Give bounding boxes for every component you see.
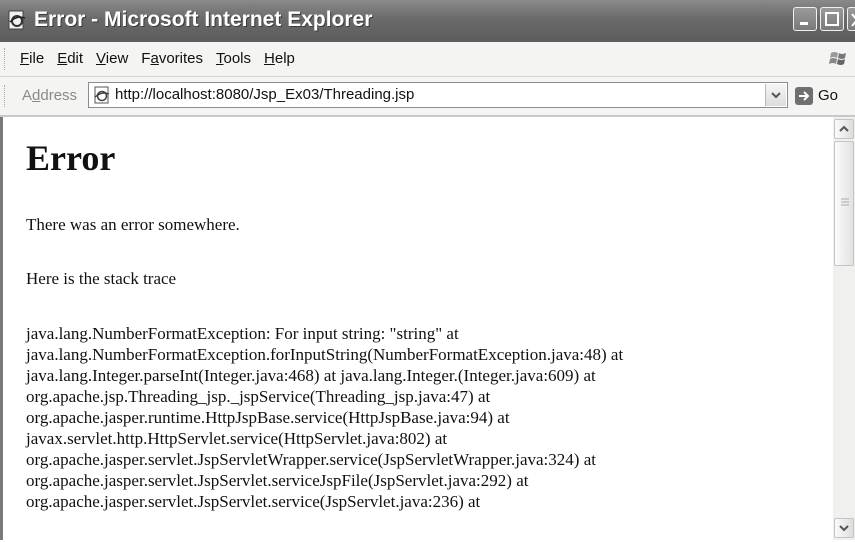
maximize-button[interactable] (820, 7, 844, 31)
scrollbar-thumb[interactable] (834, 141, 854, 266)
stack-trace-line: javax.servlet.http.HttpServlet.service(H… (26, 429, 448, 448)
menu-item[interactable]: Tools (216, 50, 262, 67)
menu-item[interactable]: View (96, 50, 139, 67)
ie-page-icon (6, 9, 28, 31)
stack-trace-line: org.apache.jasper.servlet.JspServletWrap… (26, 450, 596, 469)
minimize-button[interactable] (793, 7, 817, 31)
stack-trace-line: org.apache.jasper.servlet.JspServlet.ser… (26, 492, 481, 511)
stack-trace-line: org.apache.jasper.runtime.HttpJspBase.se… (26, 408, 510, 427)
menu-item[interactable]: File (20, 50, 55, 67)
maximize-icon (825, 12, 839, 26)
scroll-down-icon (839, 525, 849, 532)
address-bar: Address http://localhost:8080/Jsp_Ex03/T… (0, 77, 855, 117)
go-arrow-icon[interactable] (794, 86, 814, 106)
toolbar-grip[interactable] (4, 85, 7, 107)
stack-trace-line: org.apache.jsp.Threading_jsp._jspService… (26, 387, 491, 406)
scroll-up-button[interactable] (834, 119, 854, 139)
address-url: http://localhost:8080/Jsp_Ex03/Threading… (115, 86, 415, 103)
stack-trace-line: java.lang.Integer.parseInt(Integer.java:… (26, 366, 596, 385)
scroll-up-icon (839, 125, 849, 132)
page-content: Error There was an error somewhere. Here… (0, 117, 833, 540)
stack-trace-line: org.apache.jasper.servlet.JspServlet.ser… (26, 471, 529, 490)
close-button[interactable] (847, 7, 855, 31)
chevron-down-icon (771, 92, 781, 99)
title-bar[interactable]: Error - Microsoft Internet Explorer (0, 0, 855, 42)
toolbar-grip[interactable] (4, 48, 7, 70)
close-icon (851, 13, 855, 27)
thumb-grip-icon (841, 198, 849, 206)
go-button[interactable]: Go (818, 87, 838, 104)
address-dropdown-button[interactable] (765, 84, 786, 106)
minimize-icon (800, 22, 808, 25)
stack-trace-line: java.lang.NumberFormatException.forInput… (26, 345, 624, 364)
vertical-scrollbar[interactable] (833, 117, 855, 540)
address-label: Address (22, 87, 78, 104)
windows-flag-icon (828, 48, 850, 70)
window-title: Error - Microsoft Internet Explorer (34, 8, 373, 31)
menu-item[interactable]: Edit (57, 50, 94, 67)
page-heading: Error (26, 138, 116, 178)
menu-bar: File Edit View Favorites Tools Help (0, 42, 855, 77)
menu-item[interactable]: Help (264, 50, 306, 67)
error-message: There was an error somewhere. (26, 215, 240, 234)
stack-trace: java.lang.NumberFormatException: For inp… (26, 323, 623, 512)
menu-item[interactable]: Favorites (141, 50, 214, 67)
stack-trace-line: java.lang.NumberFormatException: For inp… (26, 324, 459, 343)
stack-trace-intro: Here is the stack trace (26, 269, 177, 288)
page-icon (93, 86, 111, 104)
scroll-down-button[interactable] (834, 518, 854, 538)
menu-items: File Edit View Favorites Tools Help (20, 50, 308, 67)
address-input[interactable]: http://localhost:8080/Jsp_Ex03/Threading… (88, 82, 788, 108)
